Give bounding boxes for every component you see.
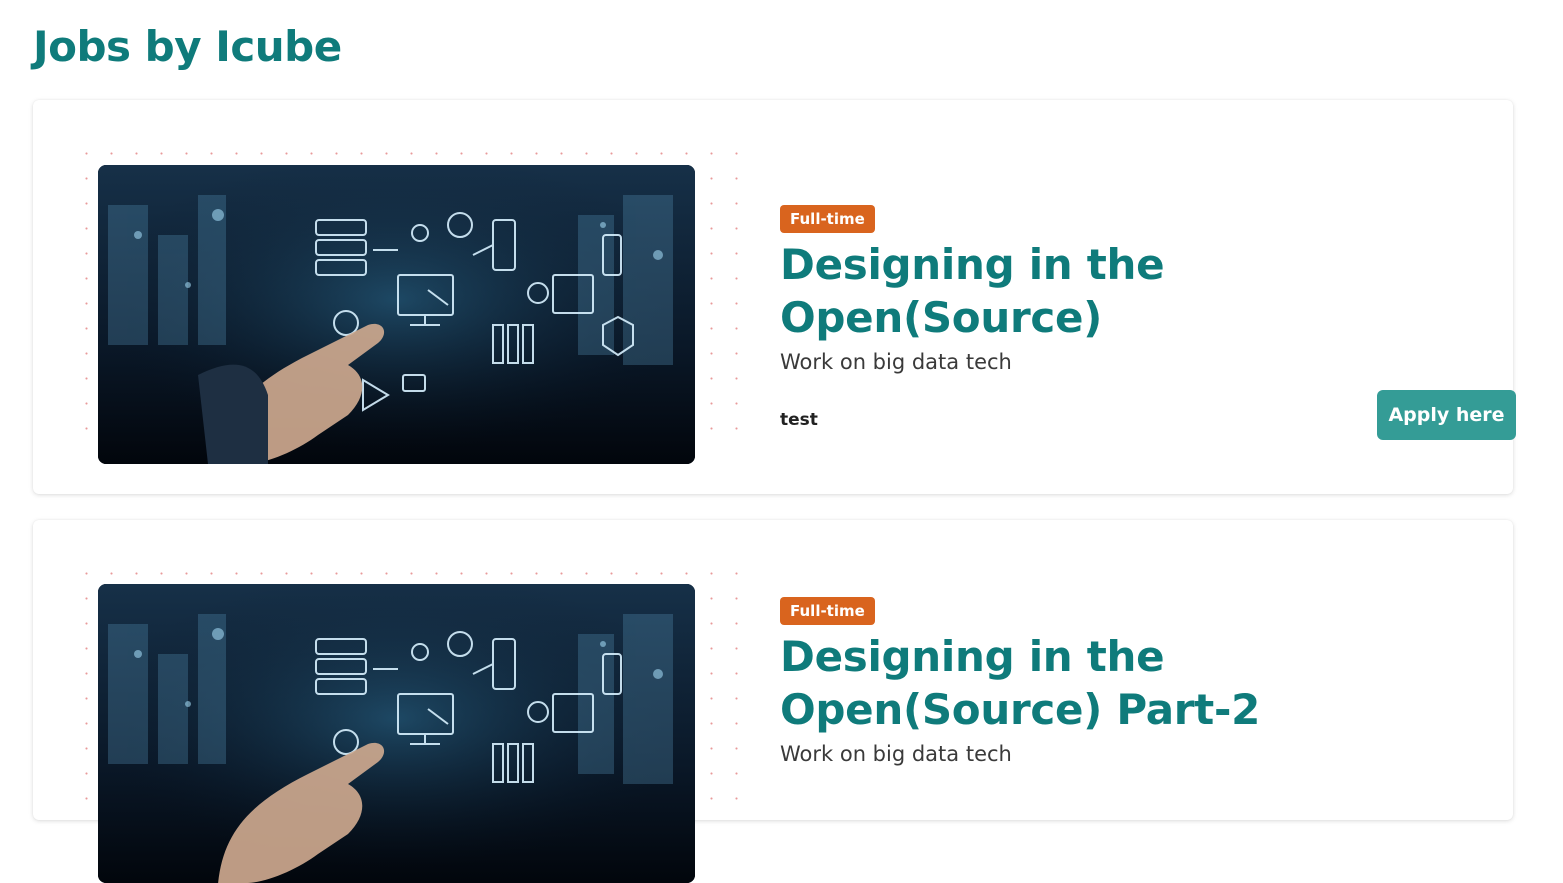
job-type-badge: Full-time: [780, 205, 875, 233]
job-info: Full-time Designing in the Open(Source) …: [780, 205, 1516, 440]
apply-button[interactable]: Apply here: [1377, 390, 1516, 440]
job-image: [98, 165, 695, 464]
job-title: Designing in the Open(Source) Part-2: [780, 632, 1261, 734]
job-card: Full-time Designing in the Open(Source) …: [33, 520, 1513, 883]
job-description: Work on big data tech: [780, 742, 1012, 766]
job-description: Work on big data tech: [780, 350, 1012, 374]
job-tag: test: [780, 410, 818, 430]
page-title: Jobs by Icube: [33, 22, 342, 71]
job-meta-row: test Apply here: [780, 390, 1516, 440]
job-card: Full-time Designing in the Open(Source) …: [33, 100, 1516, 494]
job-info: Full-time Designing in the Open(Source) …: [780, 597, 1480, 766]
job-type-badge: Full-time: [780, 597, 875, 625]
job-image: [98, 584, 695, 883]
job-title: Designing in the Open(Source): [780, 240, 1165, 342]
